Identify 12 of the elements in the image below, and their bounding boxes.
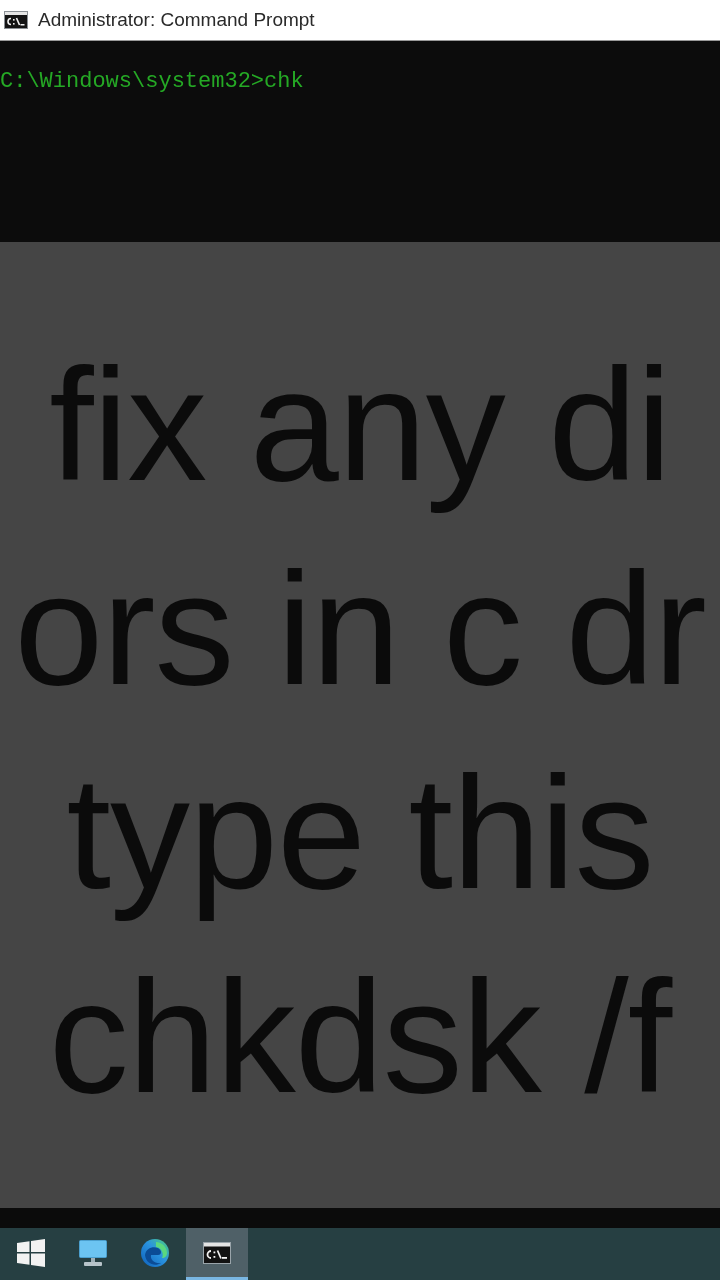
console-line: C:\Windows\system32>chk (0, 69, 304, 95)
terminal-icon (203, 1241, 231, 1264)
caption-line: chkdsk /f (48, 946, 672, 1128)
caption-line: ors in c dr (14, 538, 706, 720)
windows-logo-icon (17, 1238, 45, 1267)
monitor-icon (79, 1238, 107, 1267)
caption-line: type this (66, 742, 654, 924)
taskbar-button[interactable] (186, 1228, 248, 1280)
swirl-logo-icon (141, 1238, 169, 1267)
terminal-icon (4, 11, 28, 29)
caption-line: fix any di (49, 334, 671, 516)
window-title: Administrator: Command Prompt (38, 9, 315, 31)
